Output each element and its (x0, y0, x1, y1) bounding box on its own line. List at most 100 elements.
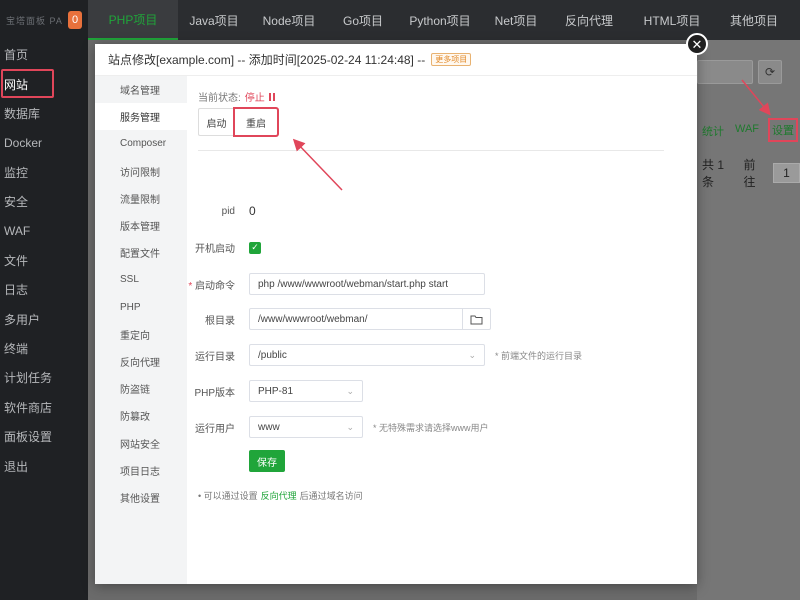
sidebar-item-cron[interactable]: 计划任务 (0, 363, 88, 392)
service-panel: 当前状态: 停止 启动 重启 pid 0 开机启动 ✓ * 启动命令 php /… (187, 76, 697, 584)
reverse-proxy-link[interactable]: 反向代理 (261, 489, 297, 502)
run-user-select[interactable]: www ⌄ (249, 416, 363, 438)
status-line: 当前状态: 停止 (198, 89, 275, 104)
menu-item-project-log[interactable]: 项目日志 (95, 457, 187, 484)
root-dir-row: 根目录 /www/wwwroot/webman/ (187, 308, 491, 330)
waf-link[interactable]: WAF (735, 123, 759, 140)
pager-total: 共 1 条 (702, 158, 725, 189)
row-actions: 统计 WAF 设置 (702, 118, 799, 142)
dialog-header: 站点修改[example.com] -- 添加时间[2025-02-24 11:… (95, 44, 697, 76)
menu-item-service[interactable]: 服务管理 (95, 103, 187, 131)
sidebar-item-settings[interactable]: 面板设置 (0, 422, 88, 451)
menu-item-composer[interactable]: Composer (95, 130, 187, 157)
start-cmd-row: * 启动命令 php /www/wwwroot/webman/start.php… (187, 273, 485, 295)
menu-item-config[interactable]: 配置文件 (95, 239, 187, 266)
tip-suffix: 后通过域名访问 (299, 491, 363, 501)
menu-item-redirect[interactable]: 重定向 (95, 321, 187, 348)
menu-item-reverse-proxy[interactable]: 反向代理 (95, 348, 187, 375)
dialog-title: 站点修改[example.com] -- 添加时间[2025-02-24 11:… (108, 53, 426, 67)
logo: 宝塔面板 PANEL 0 (0, 0, 88, 40)
tip-prefix: • 可以通过设置 (198, 491, 258, 501)
run-dir-row: 运行目录 /public ⌄ * 前端文件的运行目录 (187, 344, 582, 366)
sidebar-item-terminal[interactable]: 终端 (0, 334, 88, 363)
notification-badge[interactable]: 0 (68, 11, 82, 29)
pid-label: pid (221, 205, 235, 217)
root-dir-input[interactable]: /www/wwwroot/webman/ (249, 308, 463, 330)
sidebar-item-monitor[interactable]: 监控 (0, 158, 88, 187)
chevron-down-icon: ⌄ (346, 385, 354, 396)
pager-goto: 前往 (743, 158, 756, 189)
pagination: 共 1 条 前往 1 (702, 156, 800, 190)
menu-item-ssl[interactable]: SSL (95, 266, 187, 293)
folder-icon[interactable] (463, 308, 491, 330)
project-badge: 更多项目 (431, 53, 472, 66)
php-version-label: PHP版本 (194, 387, 235, 399)
pause-icon (268, 92, 275, 101)
sidebar-item-home[interactable]: 首页 (0, 40, 88, 69)
tab-go[interactable]: Go项目 (328, 0, 398, 40)
tip-line: • 可以通过设置 反向代理 后通过域名访问 (198, 489, 363, 502)
menu-item-domain[interactable]: 域名管理 (95, 76, 187, 103)
highlight-box (1, 69, 54, 98)
tab-reverse-proxy[interactable]: 反向代理 (550, 0, 628, 40)
menu-item-site-security[interactable]: 网站安全 (95, 429, 187, 456)
run-dir-hint: * 前端文件的运行目录 (495, 350, 583, 361)
sidebar-item-logs[interactable]: 日志 (0, 275, 88, 304)
menu-item-hotlink[interactable]: 防盗链 (95, 375, 187, 402)
sidebar-item-database[interactable]: 数据库 (0, 99, 88, 128)
root-dir-field: /www/wwwroot/webman/ (249, 308, 491, 330)
chevron-down-icon: ⌄ (346, 421, 354, 432)
menu-item-version[interactable]: 版本管理 (95, 212, 187, 239)
status-value: 停止 (244, 93, 265, 104)
tab-other[interactable]: 其他项目 (716, 0, 792, 40)
chevron-down-icon: ⌄ (468, 349, 476, 360)
autostart-row: 开机启动 ✓ (187, 240, 261, 255)
menu-item-php[interactable]: PHP (95, 294, 187, 321)
tab-php[interactable]: PHP项目 (88, 0, 178, 40)
save-button[interactable]: 保存 (249, 450, 285, 472)
php-version-select[interactable]: PHP-81 ⌄ (249, 380, 363, 402)
run-user-hint: * 无特殊需求请选择www用户 (373, 422, 489, 433)
start-cmd-input[interactable]: php /www/wwwroot/webman/start.php start (249, 273, 485, 295)
sidebar-item-logout[interactable]: 退出 (0, 451, 88, 480)
pid-row: pid 0 (187, 204, 256, 218)
autostart-checkbox[interactable]: ✓ (249, 241, 261, 254)
search-input[interactable] (697, 60, 753, 84)
tab-python[interactable]: Python项目 (398, 0, 482, 40)
sidebar-item-security[interactable]: 安全 (0, 187, 88, 216)
php-version-row: PHP版本 PHP-81 ⌄ (187, 380, 363, 402)
page-input[interactable]: 1 (772, 163, 800, 183)
run-dir-select[interactable]: /public ⌄ (249, 344, 485, 366)
settings-link[interactable]: 设置 (768, 118, 799, 142)
tab-node[interactable]: Node项目 (250, 0, 328, 40)
status-label: 当前状态: (198, 93, 241, 104)
sidebar-item-waf[interactable]: WAF (0, 216, 88, 245)
stats-link[interactable]: 统计 (702, 123, 724, 140)
run-user-row: 运行用户 www ⌄ * 无特殊需求请选择www用户 (187, 416, 489, 438)
start-button[interactable]: 启动 (198, 108, 234, 136)
sidebar-item-store[interactable]: 软件商店 (0, 393, 88, 422)
restart-button[interactable]: 重启 (233, 107, 279, 137)
run-user-label: 运行用户 (195, 423, 235, 435)
menu-item-traffic-limit[interactable]: 流量限制 (95, 185, 187, 212)
pid-value: 0 (249, 204, 256, 218)
menu-item-other[interactable]: 其他设置 (95, 484, 187, 511)
service-buttons: 启动 重启 (198, 107, 279, 137)
tab-java[interactable]: Java项目 (178, 0, 250, 40)
root-dir-label: 根目录 (205, 315, 235, 327)
autostart-label: 开机启动 (195, 244, 235, 255)
sidebar-item-files[interactable]: 文件 (0, 246, 88, 275)
sidebar-item-users[interactable]: 多用户 (0, 305, 88, 334)
refresh-icon[interactable]: ⟳ (758, 60, 782, 84)
dialog-body: 域名管理 服务管理 Composer 访问限制 流量限制 版本管理 配置文件 S… (95, 76, 697, 584)
tab-net[interactable]: Net项目 (482, 0, 550, 40)
run-dir-label: 运行目录 (195, 351, 235, 363)
menu-item-access-limit[interactable]: 访问限制 (95, 158, 187, 185)
dialog-side-menu: 域名管理 服务管理 Composer 访问限制 流量限制 版本管理 配置文件 S… (95, 76, 187, 584)
site-edit-dialog: 站点修改[example.com] -- 添加时间[2025-02-24 11:… (95, 44, 697, 584)
close-icon[interactable]: ✕ (686, 33, 708, 55)
logo-text: 宝塔面板 PANEL (6, 15, 62, 26)
menu-item-tamper[interactable]: 防篡改 (95, 402, 187, 429)
start-cmd-label: * 启动命令 (188, 280, 235, 292)
sidebar-item-docker[interactable]: Docker (0, 128, 88, 157)
